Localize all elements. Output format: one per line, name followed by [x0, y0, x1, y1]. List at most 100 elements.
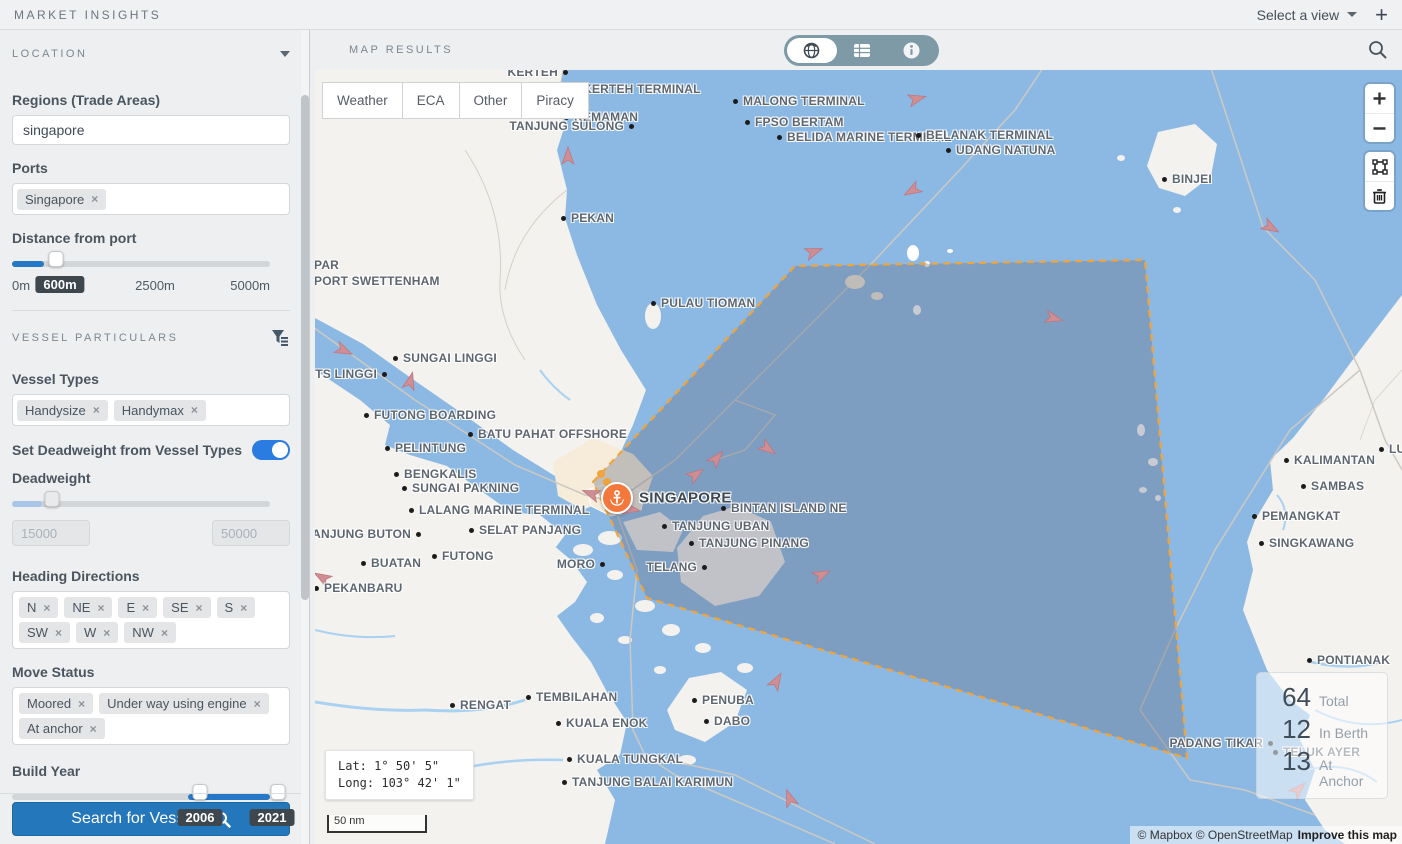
- remove-chip-icon[interactable]: ×: [91, 192, 98, 206]
- add-view-button[interactable]: +: [1375, 5, 1388, 25]
- chevron-down-icon[interactable]: [280, 51, 290, 57]
- vessel-types-label: Vessel Types: [12, 371, 290, 387]
- chip-ne[interactable]: NE×: [64, 597, 112, 618]
- chip-sw[interactable]: SW×: [19, 622, 70, 643]
- remove-chip-icon[interactable]: ×: [196, 601, 203, 615]
- draw-controls: [1365, 152, 1394, 210]
- chip-handymax[interactable]: Handymax×: [114, 400, 206, 421]
- improve-map-link[interactable]: Improve this map: [1298, 828, 1397, 842]
- build-from-tooltip: 2006: [178, 809, 223, 826]
- plus-icon: [1372, 91, 1387, 106]
- select-view-label: Select a view: [1257, 7, 1339, 23]
- remove-chip-icon[interactable]: ×: [55, 626, 62, 640]
- chip-se[interactable]: SE ×: [163, 597, 210, 618]
- chip-under-way-using-engine[interactable]: Under way using engine ×: [99, 693, 269, 714]
- table-icon: [853, 43, 871, 58]
- stat-label: Total: [1319, 693, 1375, 709]
- remove-chip-icon[interactable]: ×: [142, 601, 149, 615]
- filter-icon[interactable]: [270, 329, 290, 347]
- zoom-in-button[interactable]: [1365, 84, 1394, 113]
- chip-n[interactable]: N×: [19, 597, 58, 618]
- location-title: LOCATION: [12, 48, 87, 60]
- remove-chip-icon[interactable]: ×: [93, 403, 100, 417]
- heading-chipbox[interactable]: N×NE×E×SE×S×SW×W×NW×: [12, 591, 290, 649]
- remove-chip-icon[interactable]: ×: [43, 601, 50, 615]
- singapore-port-marker[interactable]: [601, 482, 633, 514]
- chip-label: Handysize: [25, 403, 86, 418]
- ports-chipbox[interactable]: Singapore ×: [12, 183, 290, 215]
- remove-chip-icon[interactable]: ×: [254, 697, 261, 711]
- layer-button-eca[interactable]: ECA: [402, 82, 460, 119]
- map-results-header: MAP RESULTS: [311, 30, 1402, 70]
- chip-label: W: [84, 625, 96, 640]
- deadweight-max-input: [212, 520, 290, 546]
- layer-button-piracy[interactable]: Piracy: [521, 82, 589, 119]
- filters-sidebar: LOCATION Regions (Trade Areas) Ports Sin…: [0, 30, 310, 844]
- map-base-layer: [315, 70, 1402, 844]
- deadweight-slider: [12, 496, 290, 512]
- draw-polygon-button[interactable]: [1365, 152, 1394, 181]
- map-view-button[interactable]: [787, 38, 837, 63]
- deadweight-toggle-label: Set Deadweight from Vessel Types: [12, 442, 242, 458]
- chip-label: SE: [171, 600, 188, 615]
- remove-chip-icon[interactable]: ×: [191, 403, 198, 417]
- chip-label: At anchor: [27, 721, 83, 736]
- chip-at-anchor[interactable]: At anchor ×: [19, 718, 105, 739]
- remove-chip-icon[interactable]: ×: [90, 722, 97, 736]
- vessel-types-chipbox[interactable]: Handysize×Handymax×: [12, 394, 290, 426]
- distance-slider-handle[interactable]: [49, 251, 64, 267]
- longitude-value: Long: 103° 42' 1": [338, 775, 461, 792]
- chip-handysize[interactable]: Handysize ×: [17, 400, 108, 421]
- remove-chip-icon[interactable]: ×: [161, 626, 168, 640]
- anchor-icon: [608, 489, 626, 507]
- map-scale-bar: 50 nm: [327, 815, 427, 833]
- chip-nw[interactable]: NW×: [124, 622, 176, 643]
- vessel-section-header[interactable]: VESSEL PARTICULARS: [12, 329, 290, 347]
- select-view-dropdown[interactable]: Select a view: [1257, 7, 1357, 23]
- chip-label: E: [126, 600, 135, 615]
- app-title: MARKET INSIGHTS: [14, 8, 161, 22]
- map-search-button[interactable]: [1368, 40, 1387, 64]
- stat-row: 64Total: [1269, 682, 1375, 713]
- distance-tick: 0m: [12, 278, 30, 293]
- distance-slider[interactable]: [12, 256, 290, 272]
- scrollbar-thumb[interactable]: [301, 95, 309, 600]
- remove-chip-icon[interactable]: ×: [240, 601, 247, 615]
- chip-moored[interactable]: Moored×: [19, 693, 93, 714]
- chip-e[interactable]: E×: [118, 597, 157, 618]
- delete-drawing-button[interactable]: [1365, 181, 1394, 210]
- stat-row: 13 At Anchor: [1269, 746, 1375, 789]
- move-status-chipbox[interactable]: Moored× Under way using engine × At anchor ×: [12, 687, 290, 745]
- layer-button-other[interactable]: Other: [459, 82, 523, 119]
- regions-label: Regions (Trade Areas): [12, 92, 290, 108]
- deadweight-toggle[interactable]: [252, 440, 290, 460]
- map-canvas[interactable]: WeatherECAOtherPiracy MALONG TERMINALKER…: [315, 70, 1402, 844]
- table-view-button[interactable]: [837, 38, 887, 63]
- location-section-header[interactable]: LOCATION: [12, 48, 290, 60]
- remove-chip-icon[interactable]: ×: [103, 626, 110, 640]
- regions-input[interactable]: [12, 115, 290, 145]
- search-icon: [1368, 40, 1387, 59]
- chip-label: Singapore: [25, 192, 84, 207]
- attribution-text[interactable]: © Mapbox © OpenStreetMap: [1138, 828, 1293, 842]
- toggle-knob: [272, 442, 288, 458]
- chip-s[interactable]: S×: [217, 597, 256, 618]
- chip-singapore[interactable]: Singapore ×: [17, 189, 106, 210]
- stat-label: At Anchor: [1319, 757, 1375, 789]
- info-view-button[interactable]: [886, 38, 936, 63]
- stat-value: 13: [1269, 746, 1311, 777]
- coordinates-readout: Lat: 1° 50' 5" Long: 103° 42' 1": [325, 750, 474, 800]
- sidebar-scrollbar[interactable]: [301, 30, 309, 844]
- chip-w[interactable]: W×: [76, 622, 118, 643]
- zoom-out-button[interactable]: [1365, 113, 1394, 142]
- remove-chip-icon[interactable]: ×: [78, 697, 85, 711]
- stat-value: 12: [1269, 714, 1311, 745]
- vessel-title: VESSEL PARTICULARS: [12, 332, 178, 344]
- layer-button-weather[interactable]: Weather: [322, 82, 403, 119]
- heading-label: Heading Directions: [12, 568, 290, 584]
- deadweight-slider-handle: [45, 491, 60, 507]
- remove-chip-icon[interactable]: ×: [97, 601, 104, 615]
- search-vessels-button[interactable]: Search for Vessels: [12, 802, 290, 836]
- chip-label: Under way using engine: [107, 696, 246, 711]
- singapore-marker-label: SINGAPORE: [639, 490, 732, 507]
